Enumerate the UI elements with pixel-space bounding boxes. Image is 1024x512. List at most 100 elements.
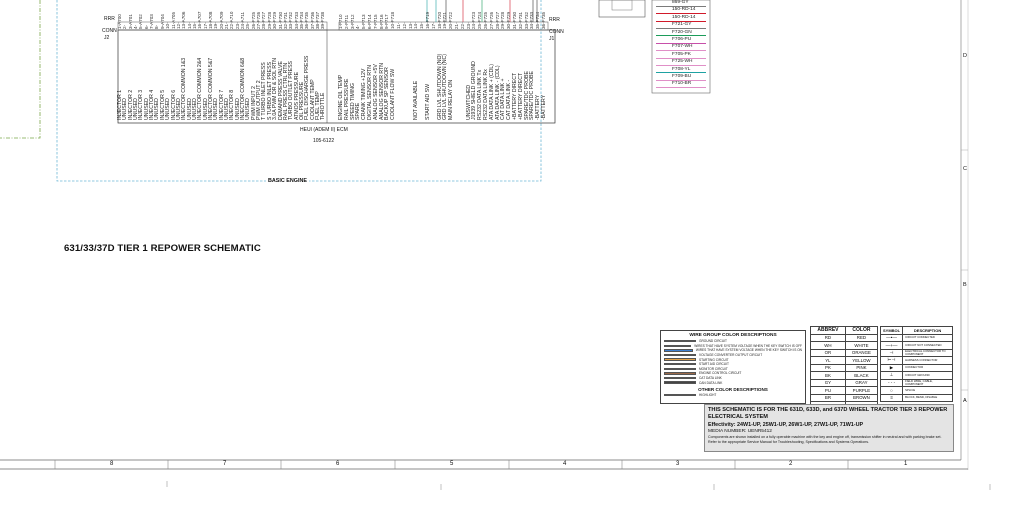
- rrr-left-label: RRR: [104, 16, 115, 22]
- abbrev-color: BROWN: [844, 393, 879, 402]
- ecm-pin-j1: 36-F735: [541, 11, 546, 29]
- color-swatch: [664, 372, 696, 375]
- table-row: RD RED: [810, 333, 879, 342]
- abbrev-header: COLOR: [844, 326, 879, 335]
- wire-entry: F710-BR: [656, 81, 706, 89]
- symbol-header: DESCRIPTION: [902, 326, 953, 335]
- zone-number-4: 4: [563, 461, 567, 467]
- abbrev-color: PINK: [844, 363, 879, 372]
- abbrev-color: PURPLE: [844, 386, 879, 395]
- ecm-function-j1: COOLANT FLOW SW: [390, 68, 397, 120]
- info-note-2: Refer to the appropriate Service Manual …: [708, 439, 870, 444]
- table-row: —•— CIRCUIT CONNECTED: [879, 333, 953, 342]
- ecm-part-number: 105-6122: [313, 138, 335, 144]
- wire-label: F720-GN: [672, 29, 692, 35]
- rrr-right-label: RRR: [549, 17, 560, 23]
- wire-entry: F707-WH: [656, 44, 706, 52]
- abbrev-code: YL: [810, 356, 846, 365]
- table-row: ▶ CONNECTOR: [879, 363, 953, 372]
- table-row: PK PINK: [810, 363, 879, 372]
- info-media: MEDIA NUMBER: UENR5412: [708, 429, 772, 435]
- ecm-pin-j1: 22-: [459, 22, 465, 29]
- ecm-pin-j1: 31-F730: [512, 11, 517, 29]
- symbol-description: SPLICE: [902, 386, 953, 395]
- zone-number-8: 8: [110, 461, 114, 467]
- abbrev-color: WHITE: [844, 341, 879, 350]
- abbrev-code: BK: [810, 371, 846, 380]
- zone-letter-d: D: [963, 53, 967, 59]
- zone-letter-c: C: [963, 166, 967, 172]
- wire-entry: 150-RD-14: [656, 7, 706, 15]
- zone-number-2: 2: [789, 461, 793, 467]
- symbol-glyph: —+—: [879, 341, 904, 350]
- info-effectivity: Effectivity: 24W1-UP, 25W1-UP, 26W1-UP, …: [708, 422, 864, 429]
- ecm-pin-j1: 7-F715: [372, 14, 378, 29]
- symbol-description: HARNESS CONNECTOR: [902, 356, 953, 365]
- abbrev-color: RED: [844, 333, 879, 342]
- zone-number-1: 1: [904, 461, 908, 467]
- symbol-glyph: ⊥: [879, 371, 904, 380]
- table-row: ≡ BLOCK, BEND, DISABLE: [879, 393, 953, 402]
- symbol-glyph: —•—: [879, 333, 904, 342]
- ecm-function-j1: -BATTERY: [541, 94, 547, 120]
- wire-label: F707-WH: [672, 44, 693, 50]
- ecm-pin-j1: 27-F726: [488, 11, 494, 29]
- color-swatch: [664, 381, 696, 384]
- wire-group-text: MONITOR CIRCUIT: [699, 366, 728, 371]
- symbol-header: SYMBOL: [879, 326, 904, 335]
- symbol-table: SYMBOL DESCRIPTION —•— CIRCUIT CONNECTED —+—…: [879, 326, 953, 402]
- symbol-description: CONNECTOR: [902, 363, 953, 372]
- ecm-pin-j1: 6-F714: [367, 14, 372, 29]
- symbol-description: CIRCUIT GROUND: [902, 371, 953, 380]
- abbrev-header-row: ABBREV COLOR: [810, 326, 879, 335]
- ecm-function-j1: MAIN RELAY ON: [448, 79, 455, 120]
- abbrev-code: GY: [810, 378, 846, 387]
- symbol-description: BLOCK, BEND, DISABLE: [902, 393, 953, 402]
- wire-line: [656, 87, 706, 89]
- wire-entry: F720-GN: [656, 30, 706, 37]
- wire-entry: F725-WH: [656, 59, 706, 66]
- ecm-pin-j1: 17-: [430, 22, 436, 29]
- wire-group-text: VOLTAGE CONVERTER OUTPUT CIRCUIT: [699, 353, 763, 358]
- zone-letter-a: A: [963, 398, 967, 404]
- wire-group-panel: WIRE GROUP COLOR DESCRIPTIONS GROUND CIR…: [660, 330, 806, 404]
- wire-label: F721-GY: [672, 22, 692, 28]
- color-swatch: [664, 340, 696, 343]
- symbol-glyph: ▶: [879, 363, 904, 372]
- ecm-pin-j1: 2-F711: [343, 14, 349, 29]
- wire-list: 869-GY 150-RD-14 150-RD-14 F721-GY F720-GN F7…: [656, 0, 706, 89]
- ecm-pin-j1: 11-: [396, 22, 401, 29]
- zone-letter-b: B: [963, 282, 967, 288]
- ecm-pin-j1: 1-F710: [338, 14, 343, 29]
- j2-label: J2: [104, 35, 110, 41]
- wire-group-text: START AID CIRCUIT: [699, 362, 729, 367]
- table-row: YL YELLOW: [810, 356, 879, 365]
- color-swatch: [664, 367, 696, 371]
- wire-label: F710-BR: [672, 81, 692, 87]
- color-swatch: [664, 353, 696, 357]
- table-row: - - - FIELD WIRE, CABLE, COMPONENT: [879, 378, 953, 387]
- color-swatch: [664, 344, 692, 348]
- ecm-function-j2: THROTTLE: [320, 92, 327, 120]
- wire-label: F706-PU: [672, 36, 692, 42]
- ecm-pin-j2: 39-F738: [320, 11, 326, 29]
- table-row: —+— CIRCUIT NOT CONNECTED: [879, 341, 953, 350]
- wire-group-text: ENGINE CONTROL CIRCUIT: [699, 371, 742, 376]
- ecm-function-j1: NOT AVAILABLE: [413, 80, 420, 120]
- symbol-header-row: SYMBOL DESCRIPTION: [879, 326, 953, 335]
- ecm-pin-j1: 32-F731: [517, 11, 523, 29]
- color-swatch: [664, 376, 696, 380]
- other-color-items: HIGHLIGHT: [661, 392, 805, 399]
- table-row: PU PURPLE: [810, 386, 879, 395]
- wire-group-text: GROUND CIRCUIT: [699, 339, 727, 344]
- symbol-description: ELECTRICAL CONNECTOR TO COMPONENT: [902, 348, 953, 357]
- conn-left-label: CONN: [102, 28, 117, 34]
- symbol-description: CIRCUIT NOT CONNECTED: [902, 341, 953, 350]
- symbol-glyph: - - -: [879, 378, 904, 387]
- table-row: WH WHITE: [810, 341, 879, 350]
- table-row: BR BROWN: [810, 393, 879, 402]
- table-row: ⊥ CIRCUIT GROUND: [879, 371, 953, 380]
- ecm-pin-j1: 12-: [401, 22, 407, 29]
- schematic-title: 631/33/37D TIER 1 REPOWER SCHEMATIC: [64, 243, 261, 254]
- symbol-glyph: ⊢⊣: [879, 356, 904, 365]
